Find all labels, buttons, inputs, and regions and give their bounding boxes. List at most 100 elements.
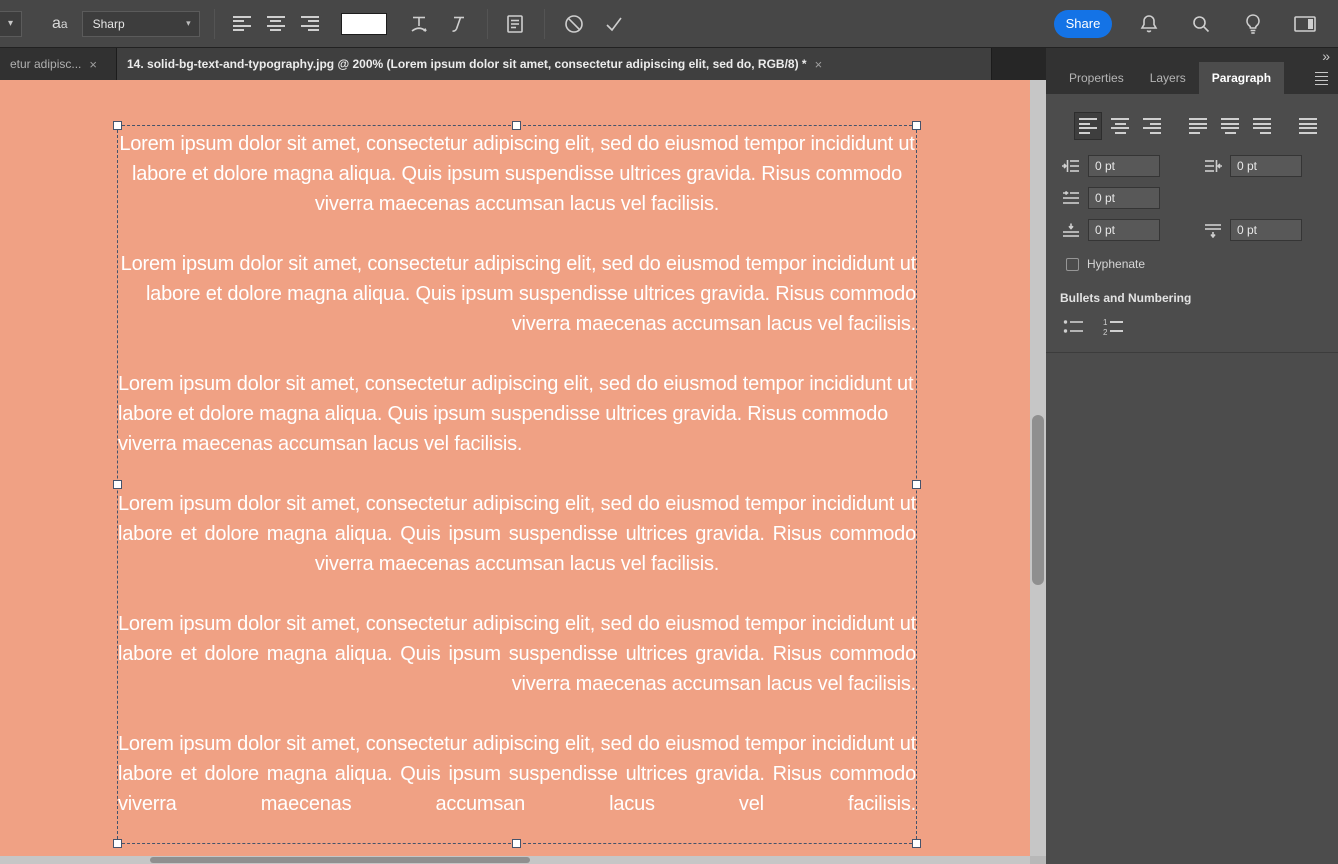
vertical-scrollbar-thumb[interactable] xyxy=(1032,415,1044,585)
panel-tab-row: Properties Layers Paragraph xyxy=(1056,62,1285,94)
canvas-paragraph[interactable]: Lorem ipsum dolor sit amet, consectetur … xyxy=(118,609,916,699)
panel-header: » Properties Layers Paragraph xyxy=(1046,48,1338,94)
first-line-indent-row xyxy=(1046,187,1338,211)
first-line-indent-input[interactable] xyxy=(1088,187,1160,209)
tab-paragraph[interactable]: Paragraph xyxy=(1198,62,1285,94)
canvas-paragraph[interactable]: Lorem ipsum dolor sit amet, consectetur … xyxy=(118,729,916,819)
indent-right-input[interactable] xyxy=(1230,155,1302,177)
tab-layers[interactable]: Layers xyxy=(1137,62,1199,94)
align-left-button[interactable] xyxy=(1074,112,1102,140)
paragraph-panel: Hyphenate Bullets and Numbering 1 2 xyxy=(1046,94,1338,864)
indent-left-icon xyxy=(1062,160,1079,172)
transform-handle-mid-left[interactable] xyxy=(113,479,122,489)
toggle-panels-button[interactable] xyxy=(500,11,530,37)
tab-properties[interactable]: Properties xyxy=(1056,62,1137,94)
text-orientation-button[interactable] xyxy=(443,11,473,37)
document-tab-inactive[interactable]: etur adipisc... × xyxy=(0,48,117,80)
align-left-button[interactable] xyxy=(227,11,257,37)
svg-text:2: 2 xyxy=(1103,328,1108,336)
hyphenate-label: Hyphenate xyxy=(1087,257,1146,271)
indent-right-icon xyxy=(1205,160,1222,172)
align-right-icon xyxy=(300,15,319,32)
separator xyxy=(213,8,215,39)
justify-last-center-icon xyxy=(1221,118,1239,134)
align-center-icon xyxy=(266,15,285,32)
vertical-scrollbar[interactable] xyxy=(1030,80,1046,856)
space-before-input[interactable] xyxy=(1088,219,1160,241)
search-icon xyxy=(1193,15,1210,32)
numbered-list-button[interactable]: 1 2 xyxy=(1100,315,1128,339)
transform-handle-top-right[interactable] xyxy=(912,121,921,130)
align-right-button[interactable] xyxy=(1138,112,1166,140)
text-color-swatch[interactable] xyxy=(340,12,387,35)
transform-handle-bottom-right[interactable] xyxy=(912,839,921,848)
panel-divider xyxy=(1046,352,1338,353)
commit-edits-button[interactable] xyxy=(599,11,629,37)
canvas[interactable]: Lorem ipsum dolor sit amet, consectetur … xyxy=(0,80,1030,856)
toolbar-right-cluster: Share xyxy=(1054,9,1338,38)
alignment-button-group xyxy=(227,11,325,37)
cancel-edits-button[interactable] xyxy=(559,11,589,37)
alignment-group xyxy=(1074,112,1166,140)
share-button[interactable]: Share xyxy=(1054,9,1112,38)
discover-button[interactable] xyxy=(1238,11,1268,37)
document-tab-title: 14. solid-bg-text-and-typography.jpg @ 2… xyxy=(127,57,807,71)
panel-dock: » Properties Layers Paragraph 0 pt 0 pt … xyxy=(1046,48,1338,864)
space-after-input[interactable] xyxy=(1230,219,1302,241)
text-layer: Lorem ipsum dolor sit amet, consectetur … xyxy=(118,129,916,849)
font-size-dropdown-chevron[interactable]: ▾ xyxy=(0,10,22,37)
canvas-paragraph[interactable]: Lorem ipsum dolor sit amet, consectetur … xyxy=(118,369,916,459)
checkmark-icon xyxy=(606,17,622,31)
panel-menu-icon[interactable] xyxy=(1315,71,1328,85)
align-right-button[interactable] xyxy=(295,11,325,37)
bell-icon xyxy=(1140,14,1158,32)
justify-all-group xyxy=(1294,112,1322,140)
justify-all-button[interactable] xyxy=(1294,112,1322,140)
document-tab-title: etur adipisc... xyxy=(10,57,82,71)
align-center-button[interactable] xyxy=(261,11,291,37)
scrollbar-corner xyxy=(1030,856,1046,864)
transform-handle-mid-right[interactable] xyxy=(912,479,921,489)
chevron-down-icon: ▾ xyxy=(186,18,191,28)
canvas-paragraph[interactable]: Lorem ipsum dolor sit amet, consectetur … xyxy=(118,129,916,219)
space-before-icon xyxy=(1063,223,1079,237)
bullets-numbering-row: 1 2 xyxy=(1060,315,1128,339)
anti-alias-dropdown[interactable]: Sharp ▾ xyxy=(81,10,200,37)
justify-last-center-button[interactable] xyxy=(1216,112,1244,140)
workspace-button[interactable] xyxy=(1290,11,1320,37)
workspace-layout-icon xyxy=(1294,15,1316,32)
canvas-paragraph[interactable]: Lorem ipsum dolor sit amet, consectetur … xyxy=(118,489,916,579)
panel-overflow-chevrons[interactable]: » xyxy=(1322,48,1330,64)
transform-handle-bottom-center[interactable] xyxy=(512,839,521,848)
search-button[interactable] xyxy=(1186,11,1216,37)
justify-last-right-button[interactable] xyxy=(1248,112,1276,140)
transform-handle-top-left[interactable] xyxy=(113,121,122,130)
anti-alias-icon: aa xyxy=(52,14,68,32)
cancel-icon xyxy=(564,14,583,33)
horizontal-scrollbar[interactable] xyxy=(0,856,1030,864)
text-bounding-box[interactable]: Lorem ipsum dolor sit amet, consectetur … xyxy=(113,121,921,848)
align-center-button[interactable] xyxy=(1106,112,1134,140)
close-icon[interactable]: × xyxy=(89,57,97,72)
horizontal-scrollbar-thumb[interactable] xyxy=(150,857,530,863)
document-tab-bar: etur adipisc... × 14. solid-bg-text-and-… xyxy=(0,48,1046,80)
transform-handle-top-center[interactable] xyxy=(512,121,521,130)
justify-all-icon xyxy=(1299,118,1317,134)
indent-left-input[interactable] xyxy=(1088,155,1160,177)
canvas-paragraph[interactable]: Lorem ipsum dolor sit amet, consectetur … xyxy=(118,249,917,339)
notifications-button[interactable] xyxy=(1134,11,1164,37)
lightbulb-icon xyxy=(1246,13,1260,34)
justify-last-left-button[interactable] xyxy=(1184,112,1212,140)
document-tab-active[interactable]: 14. solid-bg-text-and-typography.jpg @ 2… xyxy=(117,48,992,80)
close-icon[interactable]: × xyxy=(815,57,823,72)
warp-text-button[interactable] xyxy=(405,11,435,37)
bullets-numbering-heading: Bullets and Numbering xyxy=(1060,291,1192,305)
align-left-icon xyxy=(232,15,251,32)
justify-last-right-icon xyxy=(1253,118,1271,134)
panel-toggle-icon xyxy=(506,14,523,33)
hyphenate-checkbox[interactable] xyxy=(1066,257,1079,271)
anti-alias-value: Sharp xyxy=(92,16,125,31)
chevron-down-icon: ▾ xyxy=(7,18,14,29)
bulleted-list-button[interactable] xyxy=(1060,315,1088,339)
transform-handle-bottom-left[interactable] xyxy=(113,839,122,848)
